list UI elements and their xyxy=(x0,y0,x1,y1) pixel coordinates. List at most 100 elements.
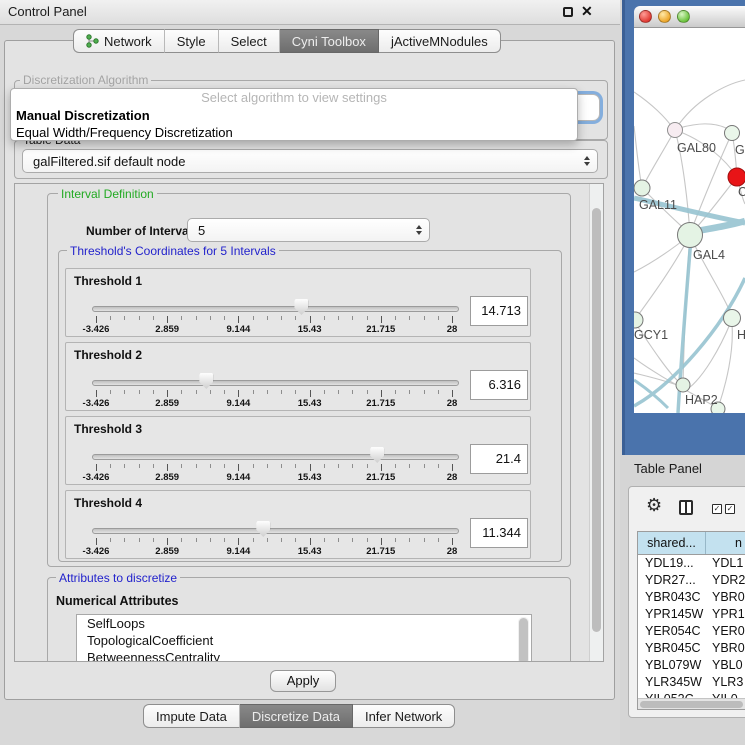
checkbox-icon[interactable]: ✓ xyxy=(712,504,722,514)
tick-label: -3.426 xyxy=(83,546,110,557)
slider-thumb[interactable] xyxy=(256,521,270,537)
bottom-tab-infer-network[interactable]: Infer Network xyxy=(353,704,455,728)
attribute-list-item[interactable]: TopologicalCoefficient xyxy=(77,632,531,649)
tick-mark xyxy=(124,464,125,468)
network-node-gal80[interactable] xyxy=(668,123,683,138)
tick-label: 28 xyxy=(447,472,458,483)
tab-select[interactable]: Select xyxy=(219,29,280,53)
tick-mark xyxy=(424,316,425,320)
bottom-tab-discretize-data[interactable]: Discretize Data xyxy=(240,704,353,728)
apply-button[interactable]: Apply xyxy=(270,670,336,692)
table-row[interactable]: YDL19...YDL1 xyxy=(638,555,745,572)
network-node-h[interactable] xyxy=(724,310,741,327)
popup-item-manual-discretization[interactable]: Manual Discretization xyxy=(11,107,577,124)
column-layout-icon[interactable] xyxy=(679,500,693,515)
popup-item-equal-width-frequency[interactable]: Equal Width/Frequency Discretization xyxy=(11,124,577,141)
table-settings-gear-icon[interactable]: ⚙ xyxy=(646,496,662,514)
combo-arrows-icon xyxy=(416,225,422,235)
node-label: C xyxy=(738,185,745,199)
tick-label: 9.144 xyxy=(227,324,251,335)
tick-mark xyxy=(338,316,339,320)
tick-mark xyxy=(181,538,182,542)
slider-thumb[interactable] xyxy=(294,299,308,315)
slider-scale: -3.4262.8599.14415.4321.71528 xyxy=(96,491,452,560)
threshold-value-field[interactable]: 21.4 xyxy=(470,444,528,474)
table-row[interactable]: YPR145WYPR1 xyxy=(638,606,745,623)
tick-label: 21.715 xyxy=(366,546,395,557)
bottom-tab-impute-data[interactable]: Impute Data xyxy=(143,704,240,728)
slider-thumb[interactable] xyxy=(199,373,213,389)
node-label: GAL80 xyxy=(677,141,716,155)
network-node-hap2[interactable] xyxy=(676,378,690,392)
close-icon[interactable]: ✕ xyxy=(581,3,593,20)
tick-label: 9.144 xyxy=(227,398,251,409)
tick-mark xyxy=(238,464,239,471)
attributes-list-scrollbar[interactable] xyxy=(518,617,529,662)
tick-mark xyxy=(196,538,197,542)
network-canvas[interactable]: GAL80GCGAL11GAL4GCY1HHAP2 xyxy=(634,28,745,413)
tick-mark xyxy=(381,464,382,471)
tick-mark xyxy=(124,538,125,542)
tab-cyni-toolbox[interactable]: Cyni Toolbox xyxy=(280,29,379,53)
attribute-list-item[interactable]: BetweennessCentrality xyxy=(77,649,531,662)
tick-mark xyxy=(110,464,111,468)
network-node-gcy1[interactable] xyxy=(634,312,643,328)
tick-mark xyxy=(338,390,339,394)
tick-mark xyxy=(324,390,325,394)
table-horizontal-scrollbar[interactable] xyxy=(638,698,745,709)
tick-mark xyxy=(153,316,154,320)
tick-label: 28 xyxy=(447,324,458,335)
column-header-name[interactable]: n xyxy=(706,532,745,554)
tick-mark xyxy=(281,538,282,542)
tick-mark xyxy=(96,390,97,397)
threshold-value-field[interactable]: 6.316 xyxy=(470,370,528,400)
settings-scroll-pane: Interval Definition Number of Intervals … xyxy=(14,183,604,662)
numerical-attributes-list[interactable]: SelfLoopsTopologicalCoefficientBetweenne… xyxy=(76,614,532,662)
network-node-gal4[interactable] xyxy=(678,223,703,248)
column-header-shared-name[interactable]: shared... xyxy=(638,532,706,554)
network-node-c[interactable] xyxy=(728,168,745,186)
table-row[interactable]: YDR27...YDR2 xyxy=(638,572,745,589)
network-node-g[interactable] xyxy=(725,126,740,141)
tick-mark xyxy=(267,464,268,468)
cell-name: YBL0 xyxy=(706,657,745,674)
threshold-value-field[interactable]: 14.713 xyxy=(470,296,528,326)
threshold-row-4: Threshold 4-3.4262.8599.14415.4321.71528… xyxy=(65,490,531,559)
close-traffic-light-icon[interactable] xyxy=(639,10,652,23)
tick-mark xyxy=(395,316,396,320)
table-row[interactable]: YLR345WYLR3 xyxy=(638,674,745,691)
cell-name: YBR0 xyxy=(706,589,745,606)
tick-mark xyxy=(281,390,282,394)
tab-style[interactable]: Style xyxy=(165,29,219,53)
tick-mark xyxy=(110,390,111,394)
checkbox-icon[interactable]: ✓ xyxy=(725,504,735,514)
slider-thumb[interactable] xyxy=(370,447,384,463)
settings-vertical-scrollbar[interactable] xyxy=(589,184,603,661)
table-row[interactable]: YER054CYER0 xyxy=(638,623,745,640)
maximize-traffic-light-icon[interactable] xyxy=(677,10,690,23)
tick-mark xyxy=(367,464,368,468)
tick-mark xyxy=(281,464,282,468)
network-node-gal11[interactable] xyxy=(634,180,650,196)
cell-name: YDL1 xyxy=(706,555,745,572)
threshold-value-field[interactable]: 11.344 xyxy=(470,518,528,548)
float-window-icon[interactable] xyxy=(563,7,573,17)
tick-label: -3.426 xyxy=(83,472,110,483)
cell-shared-name: YDR27... xyxy=(638,572,706,589)
tick-mark xyxy=(267,316,268,320)
cell-shared-name: YBR045C xyxy=(638,640,706,657)
tick-label: 2.859 xyxy=(155,398,179,409)
tick-mark xyxy=(452,316,453,323)
tab-network[interactable]: Network xyxy=(73,29,165,53)
table-row[interactable]: YBL079WYBL0 xyxy=(638,657,745,674)
tab-jactivemnodules[interactable]: jActiveMNodules xyxy=(379,29,501,53)
attribute-list-item[interactable]: SelfLoops xyxy=(77,615,531,632)
minimize-traffic-light-icon[interactable] xyxy=(658,10,671,23)
tick-label: -3.426 xyxy=(83,324,110,335)
tick-mark xyxy=(267,390,268,394)
number-of-intervals-combobox[interactable]: 5 xyxy=(187,218,430,242)
table-row[interactable]: YBR043CYBR0 xyxy=(638,589,745,606)
network-icon xyxy=(86,34,99,48)
table-data-combobox[interactable]: galFiltered.sif default node xyxy=(22,149,598,173)
table-row[interactable]: YBR045CYBR0 xyxy=(638,640,745,657)
